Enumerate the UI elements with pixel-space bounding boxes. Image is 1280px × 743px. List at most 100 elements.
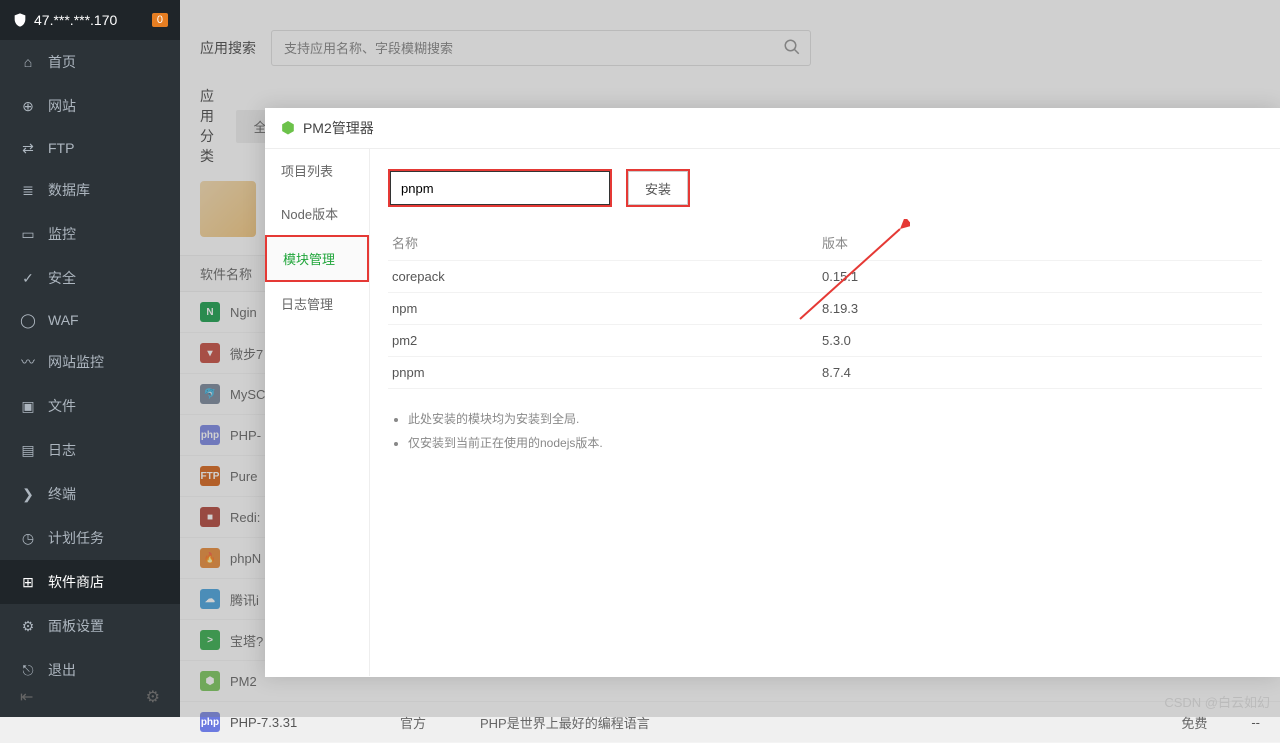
sidebar-item-globe[interactable]: ⊕网站 [0,84,180,128]
module-row[interactable]: npm8.19.3 [388,293,1262,325]
software-price: 免费 [1181,713,1241,732]
module-name: npm [392,301,822,316]
sidebar-item-label: FTP [48,140,74,156]
search-bar: 应用搜索 [180,0,1280,81]
modal-tab[interactable]: 模块管理 [265,235,369,282]
sidebar-item-pulse[interactable]: 〰网站监控 [0,340,180,384]
modal-tabs: 项目列表Node版本模块管理日志管理 [265,149,370,676]
module-name: pnpm [392,365,822,380]
sidebar-item-label: 数据库 [48,180,90,200]
sidebar-item-label: 面板设置 [48,616,104,636]
sidebar-item-db[interactable]: ≣ 数据库 [0,168,180,212]
note-item: 此处安装的模块均为安装到全局. [408,407,1262,431]
app-icon: N [200,302,220,322]
app-icon: > [200,630,220,650]
app-icon: ▾ [200,343,220,363]
modal-tab[interactable]: Node版本 [265,192,369,235]
sidebar-item-label: 退出 [48,660,76,680]
nodejs-icon: ⬢ [281,118,295,138]
db-icon: ≣ [20,182,36,198]
sidebar-item-monitor[interactable]: ▭ 监控 [0,212,180,256]
module-version: 8.7.4 [822,365,851,380]
shield-icon: ✓ [20,270,36,286]
sidebar-item-clock[interactable]: ◷ 计划任务 [0,516,180,560]
sidebar-item-gear[interactable]: ⚙ 面板设置 [0,604,180,648]
sidebar-item-ftp[interactable]: ⇄ FTP [0,128,180,168]
sidebar: 47.***.***.170 0 ⌂ 首页 ⊕网站 ⇄ FTP ≣ 数据库 ▭ 监控 ✓ 安全 ◯WA… [0,0,180,717]
sidebar-item-folder[interactable]: ▣ 文件 [0,384,180,428]
search-icon[interactable] [783,38,801,56]
app-icon: 🔥 [200,548,220,568]
modal-tab[interactable]: 项目列表 [265,149,369,192]
modal-content: 安装 名称 版本 corepack0.15.1npm8.19.3pm25.3.0… [370,149,1280,676]
sidebar-item-label: 终端 [48,484,76,504]
app-icon: FTP [200,466,220,486]
module-name: pm2 [392,333,822,348]
category-label: 应用分类 [200,86,221,166]
search-box [271,30,811,66]
waf-icon: ◯ [20,312,36,328]
sidebar-item-label: 软件商店 [48,572,104,592]
ftp-icon: ⇄ [20,140,36,156]
grid-icon: ⊞ [20,574,36,590]
sidebar-item-log[interactable]: ▤ 日志 [0,428,180,472]
server-ip: 47.***.***.170 [34,12,152,28]
software-row-bottom[interactable]: php PHP-7.3.31 官方 PHP是世界上最好的编程语言 免费 -- [180,702,1280,743]
module-row[interactable]: corepack0.15.1 [388,261,1262,293]
monitor-icon: ▭ [20,226,36,242]
module-name: corepack [392,269,822,284]
sidebar-item-label: 监控 [48,224,76,244]
software-source: 官方 [400,713,470,732]
log-icon: ▤ [20,442,36,458]
sidebar-item-terminal[interactable]: ❯ 终端 [0,472,180,516]
collapse-icon[interactable]: ⇤ [20,687,33,707]
sidebar-item-grid[interactable]: ⊞ 软件商店 [0,560,180,604]
exit-icon: ⎋ [20,662,36,678]
sidebar-item-label: 日志 [48,440,76,460]
shield-icon [12,12,28,28]
app-icon: php [200,425,220,445]
search-input[interactable] [271,30,811,66]
notification-badge[interactable]: 0 [152,13,168,27]
col-version: 版本 [822,233,848,252]
module-version: 0.15.1 [822,269,858,284]
sidebar-header: 47.***.***.170 0 [0,0,180,40]
app-icon: ☁ [200,589,220,609]
clock-icon: ◷ [20,530,36,546]
modal-title: PM2管理器 [303,118,374,138]
sidebar-item-label: 安全 [48,268,76,288]
sidebar-item-waf[interactable]: ◯WAF [0,300,180,340]
software-desc: PHP是世界上最好的编程语言 [480,713,1171,732]
home-icon: ⌂ [20,54,36,70]
modal-tab[interactable]: 日志管理 [265,282,369,325]
app-icon: ■ [200,507,220,527]
sidebar-item-shield[interactable]: ✓ 安全 [0,256,180,300]
settings-icon[interactable]: ⚙ [146,687,160,707]
recent-thumb[interactable] [200,181,256,237]
module-row[interactable]: pnpm8.7.4 [388,357,1262,389]
sidebar-item-exit[interactable]: ⎋ 退出 [0,648,180,692]
sidebar-item-label: 首页 [48,52,76,72]
module-row[interactable]: pm25.3.0 [388,325,1262,357]
module-name-input[interactable] [390,171,610,205]
module-table-head: 名称 版本 [388,225,1262,261]
sidebar-item-label: 网站 [48,96,76,116]
install-button[interactable]: 安装 [628,171,688,205]
install-row: 安装 [388,169,1262,207]
install-notes: 此处安装的模块均为安装到全局. 仅安装到当前正在使用的nodejs版本. [388,407,1262,455]
sidebar-item-label: 文件 [48,396,76,416]
gear-icon: ⚙ [20,618,36,634]
folder-icon: ▣ [20,398,36,414]
pm2-manager-modal: ⬢ PM2管理器 项目列表Node版本模块管理日志管理 安装 名称 版本 [265,108,1280,677]
app-icon: ⬢ [200,671,220,691]
terminal-icon: ❯ [20,486,36,502]
pulse-icon: 〰 [20,354,36,370]
app-icon: 🐬 [200,384,220,404]
search-label: 应用搜索 [200,38,256,58]
watermark: CSDN @白云如幻 [1164,692,1270,711]
module-table: 名称 版本 corepack0.15.1npm8.19.3pm25.3.0pnp… [388,225,1262,389]
module-version: 5.3.0 [822,333,851,348]
sidebar-item-label: 计划任务 [48,528,104,548]
php-icon: php [200,712,220,732]
sidebar-item-home[interactable]: ⌂ 首页 [0,40,180,84]
